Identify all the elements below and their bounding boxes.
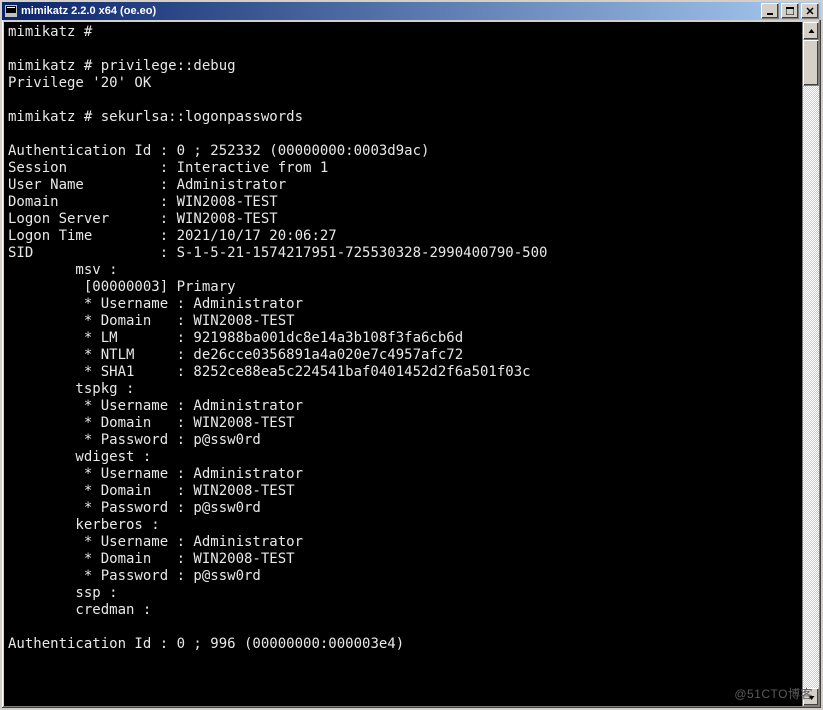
line: User Name : Administrator <box>8 177 286 193</box>
line: kerberos : <box>8 517 160 533</box>
line: SID : S-1-5-21-1574217951-725530328-2990… <box>8 245 547 261</box>
line: * NTLM : de26cce0356891a4a020e7c4957afc7… <box>8 347 463 363</box>
line: * Password : p@ssw0rd <box>8 432 261 448</box>
value: WIN2008-TEST <box>177 194 278 210</box>
line: Privilege '20' OK <box>8 75 151 91</box>
label: Authentication Id : <box>8 636 177 652</box>
line: tspkg : <box>8 381 134 397</box>
label: Logon Server : <box>8 211 177 227</box>
window-title: mimikatz 2.2.0 x64 (oe.eo) <box>21 5 761 17</box>
line: * Password : p@ssw0rd <box>8 500 261 516</box>
line: wdigest : <box>8 449 151 465</box>
line: * Username : Administrator <box>8 398 303 414</box>
prompt: mimikatz # <box>8 58 101 74</box>
label: User Name : <box>8 177 177 193</box>
scroll-track[interactable] <box>803 40 819 688</box>
line: Session : Interactive from 1 <box>8 160 328 176</box>
line: * Domain : WIN2008-TEST <box>8 483 295 499</box>
titlebar[interactable]: mimikatz 2.2.0 x64 (oe.eo) <box>2 2 821 20</box>
value: 2021/10/17 20:06:27 <box>177 228 337 244</box>
minimize-button[interactable] <box>761 3 779 19</box>
line: credman : <box>8 602 151 618</box>
line: mimikatz # <box>8 24 101 40</box>
line: Domain : WIN2008-TEST <box>8 194 278 210</box>
line: * Username : Administrator <box>8 466 303 482</box>
line: Logon Time : 2021/10/17 20:06:27 <box>8 228 337 244</box>
terminal-area[interactable]: mimikatz # mimikatz # privilege::debug P… <box>4 22 819 706</box>
line: * SHA1 : 8252ce88ea5c224541baf0401452d2f… <box>8 364 531 380</box>
line: mimikatz # privilege::debug <box>8 58 236 74</box>
close-button[interactable] <box>801 3 819 19</box>
line: Logon Server : WIN2008-TEST <box>8 211 278 227</box>
prompt: mimikatz # <box>8 24 101 40</box>
terminal-output[interactable]: mimikatz # mimikatz # privilege::debug P… <box>4 22 819 655</box>
line: Authentication Id : 0 ; 996 (00000000:00… <box>8 636 404 652</box>
line: msv : <box>8 262 118 278</box>
line: [00000003] Primary <box>8 279 236 295</box>
vertical-scrollbar[interactable] <box>802 22 819 706</box>
label: Domain : <box>8 194 177 210</box>
value: 0 ; 996 (00000000:000003e4) <box>177 636 405 652</box>
line: * LM : 921988ba001dc8e14a3b108f3fa6cb6d <box>8 330 463 346</box>
line: * Password : p@ssw0rd <box>8 568 261 584</box>
value: 0 ; 252332 (00000000:0003d9ac) <box>177 143 430 159</box>
value: Interactive from 1 <box>177 160 329 176</box>
label: SID : <box>8 245 177 261</box>
command: sekurlsa::logonpasswords <box>101 109 303 125</box>
scroll-thumb[interactable] <box>803 40 819 86</box>
label: Session : <box>8 160 177 176</box>
prompt: mimikatz # <box>8 109 101 125</box>
command: privilege::debug <box>101 58 236 74</box>
scroll-up-button[interactable] <box>803 22 819 40</box>
app-icon <box>4 4 18 18</box>
value: S-1-5-21-1574217951-725530328-2990400790… <box>177 245 548 261</box>
window-buttons <box>761 3 819 19</box>
scroll-down-button[interactable] <box>803 688 819 706</box>
value: WIN2008-TEST <box>177 211 278 227</box>
maximize-button[interactable] <box>781 3 799 19</box>
line: * Username : Administrator <box>8 534 303 550</box>
value: Administrator <box>177 177 287 193</box>
line: * Domain : WIN2008-TEST <box>8 551 295 567</box>
line: Authentication Id : 0 ; 252332 (00000000… <box>8 143 429 159</box>
line: * Domain : WIN2008-TEST <box>8 313 295 329</box>
application-window: mimikatz 2.2.0 x64 (oe.eo) <box>0 0 823 710</box>
line: mimikatz # sekurlsa::logonpasswords <box>8 109 303 125</box>
label: Authentication Id : <box>8 143 177 159</box>
label: Logon Time : <box>8 228 177 244</box>
line: ssp : <box>8 585 118 601</box>
line: * Username : Administrator <box>8 296 303 312</box>
line: * Domain : WIN2008-TEST <box>8 415 295 431</box>
